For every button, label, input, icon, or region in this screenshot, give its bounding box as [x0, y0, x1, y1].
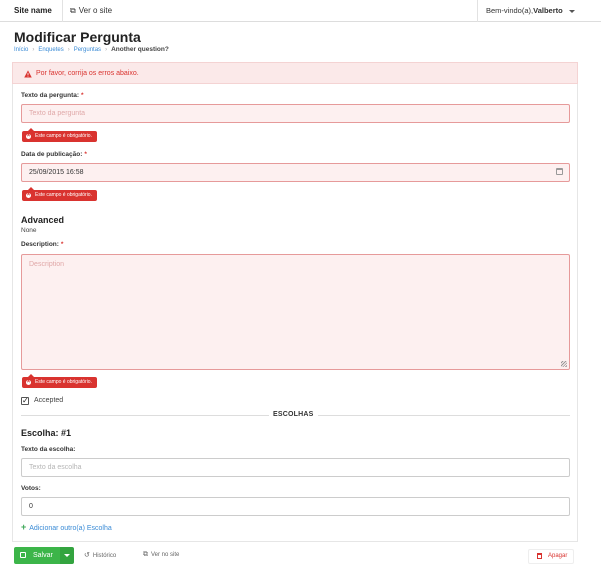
- error-x-icon: [26, 131, 31, 141]
- pub-date-input[interactable]: 25/09/2015 16:58: [21, 163, 570, 182]
- delete-label: Apagar: [548, 553, 568, 559]
- error-text: Este campo é obrigatório.: [35, 379, 92, 385]
- choice-title: Escolha: #1: [21, 428, 72, 438]
- history-label: Histórico: [92, 553, 117, 559]
- save-dropdown-toggle[interactable]: [60, 547, 74, 564]
- question-text-label-text: Texto da pergunta:: [21, 92, 80, 99]
- breadcrumb-polls[interactable]: Enquetes: [38, 47, 63, 53]
- view-on-site-button[interactable]: ⧉ Ver no site: [143, 551, 179, 559]
- divider: [62, 0, 63, 22]
- pub-date-error: Este campo é obrigatório.: [22, 187, 97, 201]
- save-icon: [20, 552, 26, 558]
- breadcrumb-separator: ›: [105, 47, 108, 53]
- required-marker: *: [60, 241, 64, 248]
- breadcrumb-home[interactable]: Início: [14, 47, 28, 53]
- breadcrumb-separator: ›: [67, 47, 70, 53]
- choices-section-label: ESCOLHAS: [269, 411, 318, 418]
- error-text: Este campo é obrigatório.: [35, 133, 92, 139]
- breadcrumb-questions[interactable]: Perguntas: [74, 47, 101, 53]
- trash-icon: [537, 553, 542, 559]
- welcome-text: Bem-vindo(a),: [486, 6, 534, 15]
- votes-input[interactable]: 0: [21, 497, 570, 516]
- required-marker: *: [84, 151, 87, 158]
- votes-value: 0: [29, 503, 33, 510]
- question-text-placeholder: Texto da pergunta: [29, 110, 86, 117]
- error-x-icon: [26, 190, 31, 200]
- description-label: Description: *: [21, 241, 63, 248]
- advanced-value: None: [21, 227, 37, 234]
- description-error: Este campo é obrigatório.: [22, 374, 97, 388]
- top-bar: Site name ⧉ Ver o site Bem-vindo(a),Valbe…: [0, 0, 601, 22]
- pub-date-label-text: Data de publicação:: [21, 151, 83, 158]
- delete-button[interactable]: Apagar: [528, 549, 574, 564]
- advanced-title: Advanced: [21, 215, 65, 225]
- calendar-icon[interactable]: [556, 168, 563, 175]
- choice-text-placeholder: Texto da escolha: [29, 464, 82, 471]
- accepted-label[interactable]: Accepted: [34, 397, 63, 404]
- external-link-icon: ⧉: [143, 551, 148, 558]
- user-name: Valberto: [533, 6, 563, 15]
- add-choice-link[interactable]: + Adicionar outro(a) Escolha: [21, 522, 112, 532]
- error-x-icon: [26, 377, 31, 387]
- pub-date-value: 25/09/2015 16:58: [29, 169, 84, 176]
- site-name[interactable]: Site name: [14, 0, 52, 22]
- warning-icon: [24, 70, 32, 78]
- view-site-link[interactable]: ⧉ Ver o site: [70, 0, 112, 22]
- accepted-checkbox[interactable]: [21, 395, 29, 407]
- error-text: Este campo é obrigatório.: [35, 192, 92, 198]
- votes-label: Votos:: [21, 485, 41, 492]
- breadcrumb: Início › Enquetes › Perguntas › Another questi…: [14, 46, 169, 53]
- description-textarea[interactable]: Description: [21, 254, 570, 370]
- breadcrumb-current: Another question?: [111, 46, 169, 53]
- history-button[interactable]: ↺ Histórico: [84, 551, 116, 559]
- pub-date-label: Data de publicação: *: [21, 151, 87, 158]
- view-site-label: Ver o site: [78, 6, 113, 15]
- question-text-input[interactable]: Texto da pergunta: [21, 104, 570, 123]
- choice-text-label: Texto da escolha:: [21, 446, 76, 453]
- save-label: Salvar: [33, 552, 53, 559]
- save-button[interactable]: Salvar: [14, 547, 60, 564]
- page-title: Modificar Pergunta: [14, 29, 141, 45]
- divider: [477, 0, 478, 22]
- plus-icon: +: [21, 522, 27, 532]
- user-menu[interactable]: Bem-vindo(a),Valberto: [486, 0, 575, 22]
- question-text-label: Texto da pergunta: *: [21, 92, 84, 99]
- description-placeholder: Description: [29, 261, 65, 268]
- breadcrumb-separator: ›: [32, 47, 35, 53]
- resize-handle-icon[interactable]: [561, 361, 567, 367]
- question-text-error: Este campo é obrigatório.: [22, 128, 97, 142]
- chevron-down-icon: [64, 554, 70, 557]
- history-icon: ↺: [84, 552, 90, 559]
- chevron-down-icon: [568, 9, 575, 13]
- required-marker: *: [81, 92, 84, 99]
- add-choice-label: Adicionar outro(a) Escolha: [29, 525, 112, 532]
- view-on-site-label: Ver no site: [151, 552, 180, 558]
- external-link-icon: ⧉: [70, 6, 76, 15]
- choice-text-input[interactable]: Texto da escolha: [21, 458, 570, 477]
- footer-toolbar: Salvar ↺ Histórico ⧉ Ver no site Apagar: [0, 547, 601, 567]
- error-banner-message: Por favor, corrija os erros abaixo.: [36, 70, 139, 77]
- description-label-text: Description:: [21, 241, 59, 248]
- error-banner: Por favor, corrija os erros abaixo.: [12, 62, 578, 84]
